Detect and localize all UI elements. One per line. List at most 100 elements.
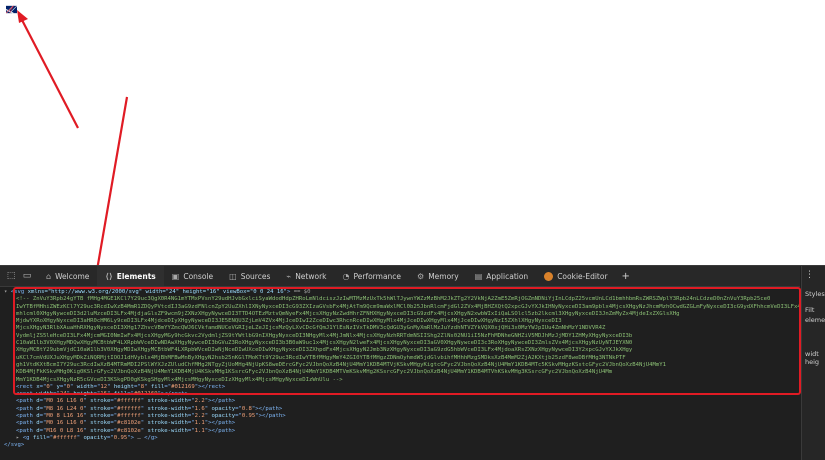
attr-value[interactable]: #ffffff — [117, 406, 141, 412]
attr-value[interactable]: 1.1 — [195, 420, 205, 426]
comment-line: XHgyMCBtY29ubmVjdC10aW1lb3V0XHgyMDIwXHgy… — [16, 347, 633, 354]
collapse-arrow-icon[interactable]: ▾ — [4, 289, 7, 295]
attr-value[interactable]: #ffffff — [117, 413, 141, 419]
comment-line: MjdwYXRoXHgyNyxceDI3aHR0cHM6Ly9ceDI3LFx4… — [16, 318, 562, 325]
more-options-icon[interactable]: ⋮ — [805, 270, 814, 280]
attr-value[interactable]: M8 16 L24 0 — [46, 406, 83, 412]
tag-name: rect — [19, 383, 33, 390]
attr-value[interactable]: M16 0 L8 16 — [46, 428, 83, 434]
path-node[interactable]: <path d="M0 16 L16 0" stroke="#ffffff" s… — [16, 398, 800, 405]
closing-tag: </path> — [258, 405, 283, 412]
comment-line: KDB4MjFkKSkvMHg0Kig0KSlrGFyc2VJbnQoXzB4N… — [16, 369, 613, 376]
attr-value[interactable]: M0 8 L16 16 — [46, 413, 83, 419]
tab-label: Network — [295, 271, 327, 281]
closing-tag: </rect> — [164, 391, 188, 398]
closing-tag: </path> — [262, 413, 286, 420]
attr-value[interactable]: #ffffff — [53, 435, 77, 441]
attr-value[interactable]: 0.95 — [242, 413, 255, 419]
tag-name: rect — [19, 391, 33, 398]
attr-value[interactable]: #ffffff — [117, 398, 141, 404]
path-node[interactable]: <path d="M16 0 L8 16" stroke="#c8102e" s… — [16, 428, 800, 435]
tab-sources[interactable]: ◫ Sources — [221, 266, 278, 286]
arrow-to-icon — [17, 10, 79, 129]
attr-value[interactable]: 2.2 — [195, 398, 205, 404]
attr-value[interactable]: 0.8 — [242, 406, 252, 412]
attr-value[interactable]: 1.6 — [195, 406, 205, 412]
svg-node[interactable]: ▾ <svg xmlns="http://www.w3.org/2000/svg… — [0, 289, 800, 296]
g-node[interactable]: ▸ <g fill="#ffffff" opacity="0.95"> … </… — [16, 435, 800, 442]
path-node[interactable]: <path d="M0 16 L16 0" stroke="#c8102e" s… — [16, 420, 800, 427]
tag-name: path — [19, 398, 33, 405]
attr-name: fill — [32, 434, 47, 441]
closing-tag: </rect> — [201, 383, 226, 390]
tab-elements[interactable]: ⟨⟩ Elements — [97, 266, 164, 286]
application-icon: ▤ — [474, 271, 483, 281]
attr-value[interactable]: #012169 — [171, 384, 195, 390]
comment-line: <!-- ZnVuY3Rpb24gYTB fMHg4MGE1KCl7Y29uc3… — [16, 296, 771, 303]
comment-line: gh1VtdKXtBcmI7Y29uc3RcdIwXzB4MTRmMDI2PSl… — [16, 361, 666, 368]
rect-node[interactable]: <rect x="0" y="0" width="12" height="8" … — [16, 384, 800, 391]
home-icon: ⌂ — [46, 271, 52, 281]
attr-value[interactable]: M0 16 L16 0 — [46, 420, 83, 426]
styles-tab[interactable]: Styles — [805, 290, 825, 298]
comment-line: VydmljZS5leHceDI3LFx4MjcmMGI0NmIwFx4Mjcs… — [16, 332, 633, 339]
tab-cookie-editor[interactable]: Cookie-Editor — [536, 266, 615, 286]
tab-network[interactable]: ⌁ Network — [278, 266, 334, 286]
tab-label: Welcome — [55, 271, 90, 281]
rect-node[interactable]: <rect width="24" height="16" fill="#0121… — [16, 391, 800, 398]
element-style-label: element — [805, 316, 825, 324]
attr-value[interactable]: #c8102e — [117, 420, 141, 426]
closing-tag: </g> — [144, 434, 158, 441]
path-node[interactable]: <path d="M8 16 L24 0" stroke="#ffffff" s… — [16, 406, 800, 413]
attr-value[interactable]: 1.1 — [195, 428, 205, 434]
attr-value[interactable]: M0 16 L16 0 — [46, 398, 83, 404]
attr-name: stroke — [90, 413, 111, 420]
arrow-to-svg-node — [90, 96, 129, 287]
device-toolbar-icon[interactable]: ▭ — [22, 271, 32, 281]
add-tab-button[interactable]: + — [616, 271, 636, 282]
expand-arrow-icon[interactable]: ▸ — [16, 435, 23, 441]
tab-label: Cookie-Editor — [557, 271, 608, 281]
tab-welcome[interactable]: ⌂ Welcome — [38, 266, 97, 286]
tab-memory[interactable]: ⚙ Memory — [409, 266, 467, 286]
attr-name: width — [76, 383, 94, 390]
performance-icon: ◔ — [342, 271, 350, 281]
tab-console[interactable]: ▣ Console — [164, 266, 221, 286]
tab-label: Sources — [240, 271, 271, 281]
attr-value[interactable]: 2.2 — [195, 413, 205, 419]
tab-label: Performance — [353, 271, 402, 281]
closing-tag: </path> — [211, 427, 236, 434]
attr-value[interactable]: #c8102e — [117, 428, 141, 434]
comment-line: uKCl7cmVdUXJuXHgyMDkZiNQRMjtIOOJ1dHVyblx… — [16, 354, 626, 361]
tag-name: path — [19, 427, 33, 434]
sources-icon: ◫ — [229, 271, 237, 281]
console-icon: ▣ — [171, 271, 180, 281]
selected-node-marker: == $0 — [293, 289, 311, 295]
attr-name: opacity — [211, 405, 236, 412]
attr-value[interactable]: 0.95 — [114, 435, 127, 441]
style-prop-width: widt — [805, 350, 819, 358]
attr-value[interactable]: 24 — [60, 391, 67, 397]
svg-tag-name: svg — [14, 289, 25, 295]
styles-filter[interactable]: Filt — [805, 306, 814, 314]
tag-name: path — [19, 405, 33, 412]
tag-name: path — [19, 420, 33, 427]
attr-name: fill — [150, 383, 165, 390]
tab-label: Memory — [428, 271, 459, 281]
closing-tag: </path> — [211, 420, 236, 427]
cookie-icon — [544, 271, 554, 281]
tab-performance[interactable]: ◔ Performance — [335, 266, 410, 286]
comment-line: C10aW1lb3V0XHgyMDQwXHgyMCBtbWF4LXRpbWVce… — [16, 340, 633, 347]
attr-value[interactable]: #012169 — [134, 391, 158, 397]
tab-label: Elements — [116, 271, 156, 281]
inspect-element-icon[interactable]: ⬚ — [6, 271, 16, 281]
styles-pane: ⋮ Styles Filt element widt heig — [801, 266, 825, 460]
attr-name: stroke — [90, 420, 111, 427]
attr-name: stroke — [90, 405, 111, 412]
elements-tree[interactable]: ▾ <svg xmlns="http://www.w3.org/2000/svg… — [0, 287, 800, 460]
tab-application[interactable]: ▤ Application — [467, 266, 536, 286]
network-icon: ⌁ — [286, 271, 292, 281]
attr-name: opacity — [83, 434, 108, 441]
path-node[interactable]: <path d="M0 8 L16 16" stroke="#ffffff" s… — [16, 413, 800, 420]
devtools-tabbar: ⬚ ▭ ⌂ Welcome ⟨⟩ Elements ▣ Console ◫ Sources ⌁ N… — [0, 266, 800, 287]
